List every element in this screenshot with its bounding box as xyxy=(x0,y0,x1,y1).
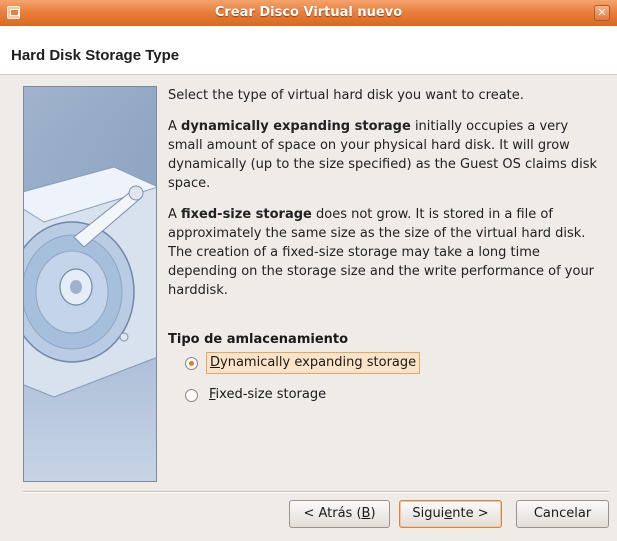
hard-disk-icon xyxy=(24,166,156,398)
fixed-prefix: A xyxy=(168,207,182,222)
radio-fixed-storage[interactable]: Fixed-size storage xyxy=(185,384,329,406)
dialog-window: Crear Disco Virtual nuevo ✕ Hard Disk St… xyxy=(0,0,617,541)
page-title: Hard Disk Storage Type xyxy=(11,47,180,64)
storage-type-label: Tipo de amlacenamiento xyxy=(168,332,349,347)
dynamic-term: dynamically expanding storage xyxy=(181,119,411,134)
dynamic-prefix: A xyxy=(168,119,182,134)
radio-button-unchecked[interactable] xyxy=(185,388,198,402)
button-separator xyxy=(23,491,609,493)
radio-dynamic-label[interactable]: Dynamically expanding storage xyxy=(206,352,421,374)
window-title: Crear Disco Virtual nuevo xyxy=(214,5,403,20)
description-text: Select the type of virtual hard disk you… xyxy=(168,86,598,312)
dynamic-paragraph: A dynamically expanding storage initiall… xyxy=(168,117,598,193)
wizard-illustration xyxy=(23,86,157,482)
intro-paragraph: Select the type of virtual hard disk you… xyxy=(168,88,524,103)
radio-fixed-label[interactable]: Fixed-size storage xyxy=(206,385,329,405)
fixed-term: fixed-size storage xyxy=(181,207,312,222)
radio-button-checked[interactable] xyxy=(185,356,198,370)
title-bar[interactable]: Crear Disco Virtual nuevo ✕ xyxy=(0,0,617,27)
close-icon[interactable]: ✕ xyxy=(594,5,610,21)
fixed-paragraph: A fixed-size storage does not grow. It i… xyxy=(168,205,598,300)
radio-dynamic-storage[interactable]: Dynamically expanding storage xyxy=(185,352,421,374)
next-button[interactable]: Siguiente > xyxy=(399,500,502,528)
cancel-button[interactable]: Cancelar xyxy=(516,500,609,528)
back-button[interactable]: < Atrás (B) xyxy=(289,500,390,528)
